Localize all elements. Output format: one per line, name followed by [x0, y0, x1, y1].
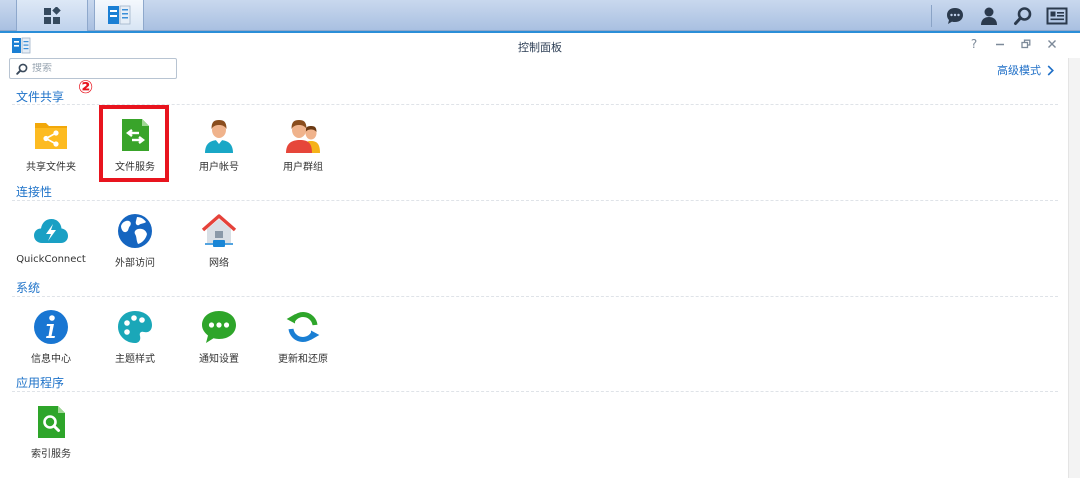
quickconnect-cloud-icon [34, 219, 68, 243]
app-label: 更新和还原 [278, 354, 328, 365]
shared-folder-icon [35, 123, 67, 149]
app-label: 外部访问 [115, 258, 155, 269]
app-network[interactable]: 网络 [179, 213, 259, 283]
main-menu-button[interactable] [16, 0, 88, 31]
app-label: 索引服务 [31, 449, 71, 460]
app-group[interactable]: 用户群组 [263, 117, 343, 187]
search-button[interactable] [1006, 0, 1040, 31]
scrollbar[interactable] [1068, 58, 1080, 478]
restore-button[interactable] [1018, 36, 1034, 52]
network-house-icon [201, 214, 237, 247]
app-indexing-service[interactable]: 索引服务 [11, 404, 91, 474]
app-label: 用户群组 [283, 162, 323, 173]
app-info-center[interactable]: 信息中心 [11, 309, 91, 379]
help-button[interactable]: ? [966, 36, 982, 52]
globe-icon [118, 214, 152, 248]
taskbar [0, 0, 1080, 31]
user-menu-button[interactable] [972, 0, 1006, 31]
section-divider [12, 391, 1058, 392]
search-icon [16, 63, 28, 75]
advanced-mode-link[interactable]: 高级模式 [997, 62, 1054, 78]
app-theme[interactable]: 主题样式 [95, 309, 175, 379]
app-label: 主题样式 [115, 354, 155, 365]
user-icon [205, 120, 233, 153]
chat-icon [947, 7, 963, 24]
chevron-right-icon [1047, 64, 1054, 76]
app-label: 共享文件夹 [26, 162, 76, 173]
window-titlebar[interactable]: 控制面板 ? [0, 31, 1080, 58]
section-title-file-sharing: 文件共享 [16, 90, 65, 104]
app-update-restore[interactable]: 更新和还原 [263, 309, 343, 379]
app-external-access[interactable]: 外部访问 [95, 213, 175, 283]
section-title-applications: 应用程序 [16, 376, 65, 390]
update-restore-icon [286, 312, 320, 342]
widgets-button[interactable] [1040, 0, 1074, 31]
search-input[interactable] [32, 63, 172, 74]
help-icon: ? [970, 37, 978, 51]
app-label: 用户帐号 [199, 162, 239, 173]
info-icon [34, 310, 68, 344]
chat-button[interactable] [938, 0, 972, 31]
annotation-highlight-box [99, 105, 169, 182]
section-title-system: 系统 [16, 281, 41, 295]
section-divider [12, 200, 1058, 201]
app-label: QuickConnect [16, 254, 86, 265]
minimize-icon [996, 43, 1004, 46]
annotation-step-number: ② [78, 77, 94, 98]
app-label: 网络 [209, 258, 229, 269]
section-title-connectivity: 连接性 [16, 185, 53, 199]
notification-bubble-icon [202, 311, 236, 343]
close-button[interactable] [1044, 36, 1060, 52]
app-user[interactable]: 用户帐号 [179, 117, 259, 187]
search-field[interactable] [9, 58, 177, 79]
taskbar-separator [931, 4, 932, 27]
app-quickconnect[interactable]: QuickConnect [11, 213, 91, 283]
close-icon [1048, 40, 1056, 48]
palette-icon [118, 311, 152, 343]
advanced-mode-label: 高级模式 [997, 64, 1041, 77]
section-divider [12, 296, 1058, 297]
taskbar-control-panel-button[interactable] [94, 0, 144, 31]
widgets-icon [1046, 7, 1068, 24]
minimize-button[interactable] [992, 36, 1008, 52]
main-menu-icon [44, 6, 61, 24]
restore-icon [1021, 39, 1031, 49]
app-label: 通知设置 [199, 354, 239, 365]
control-panel-icon [108, 5, 131, 25]
control-panel-window: 控制面板 ? 搜索 高级模式 文件共享 共享文件夹 文件服务 用户帐号 用户群组… [0, 31, 1080, 478]
window-title: 控制面板 [518, 41, 562, 54]
app-label: 信息中心 [31, 354, 71, 365]
app-notification[interactable]: 通知设置 [179, 309, 259, 379]
search-icon [1014, 6, 1032, 25]
indexing-service-icon [38, 406, 65, 438]
app-shared-folder[interactable]: 共享文件夹 [11, 117, 91, 187]
user-icon [981, 7, 997, 25]
group-icon [286, 120, 320, 153]
